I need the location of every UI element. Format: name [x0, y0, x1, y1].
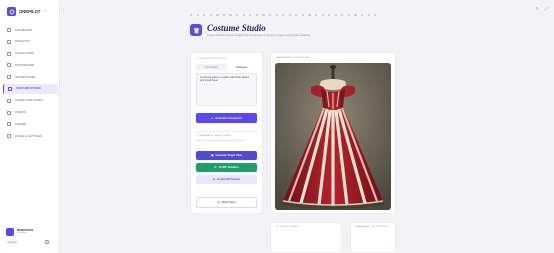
- shirt-icon: [8, 86, 12, 91]
- single-views-heading: 3D SINGLE VIEWS: [276, 226, 299, 228]
- grid-icon: [7, 63, 11, 68]
- face-icon: [7, 98, 11, 103]
- tab-reference[interactable]: Reference: [226, 64, 257, 70]
- generate-single-view-label: Generate Single View: [215, 154, 242, 157]
- sidebar-item-label: USAGE & SETTINGS: [15, 134, 42, 138]
- input-mode-tabs: Text Prompt Reference: [196, 64, 257, 70]
- collapse-sidebar-icon[interactable]: ‹‹: [44, 8, 47, 13]
- sidebar-item-characters[interactable]: CHARACTERS: [3, 49, 58, 59]
- generate-single-view-button[interactable]: ▣ Generate Single View: [196, 151, 257, 160]
- sidebar-item-label: STORYBOARD: [15, 63, 35, 67]
- sidebar-item-label: CHARACTERS: [15, 52, 34, 56]
- sidebar-item-costume-studio[interactable]: COSTUME STUDIO: [3, 83, 58, 94]
- new-project-button[interactable]: ⊕ New Project: [196, 197, 257, 208]
- menu-dot-icon[interactable]: •: [63, 7, 64, 12]
- sidebar-item-online-model[interactable]: ONLINE MODEL: [3, 72, 58, 82]
- new-project-label: New Project: [221, 201, 236, 204]
- costume-studio-icon: [190, 24, 202, 36]
- image-icon: [7, 110, 11, 115]
- rotate-icon: ⟳: [214, 166, 217, 169]
- account-name: WORKSPACE Free plan: [17, 229, 33, 235]
- sidebar-item-label: COSTUME STUDIO: [16, 87, 41, 91]
- generate-concept-art-label: Generate Concept Art: [215, 116, 242, 120]
- rotation-heading: GENERATED 360 ROTATION: [355, 226, 389, 228]
- plus-icon: ⊕: [217, 201, 220, 204]
- sidebar-nav: DASHBOARD PROJECTS CHARACTERS STORYBOARD…: [3, 25, 58, 143]
- sidebar-item-character-studio[interactable]: CHARACTER STUDIO: [3, 96, 58, 106]
- prompt-textarea[interactable]: A red long gown in a gown with white str…: [196, 73, 257, 106]
- sidebar-item-dashboard[interactable]: DASHBOARD: [3, 25, 58, 35]
- page-subtitle: Create character costume designs from te…: [207, 34, 311, 37]
- decorative-dots: [190, 14, 377, 17]
- divider: [196, 131, 257, 132]
- ai-360-rotation-label: AI 360° Rotation: [218, 166, 239, 169]
- top-right-controls: ↻ ⤢: [535, 6, 548, 11]
- generate-concept-art-button[interactable]: ✦ Generate Concept Art: [196, 113, 257, 123]
- cube-icon: ◈: [212, 178, 215, 181]
- account-plan: Free plan: [17, 232, 27, 234]
- image-icon: ▣: [211, 154, 214, 157]
- concept-art-heading: GENERATED CONCEPT ART: [276, 57, 310, 59]
- sidebar-item-label: PROJECTS: [15, 40, 30, 44]
- user-icon: [7, 51, 11, 56]
- ai-360-rotation-button[interactable]: ⟳ AI 360° Rotation: [196, 163, 257, 172]
- sparkle-icon: ✦: [211, 116, 214, 120]
- settings-gear-icon[interactable]: [45, 240, 49, 244]
- sidebar-item-projects[interactable]: PROJECTS: [3, 37, 58, 47]
- cube-icon: [7, 75, 11, 80]
- refresh-icon[interactable]: ↻: [535, 6, 538, 11]
- home-icon: [7, 28, 11, 32]
- expand-icon[interactable]: ⤢: [545, 6, 548, 11]
- sidebar-item-label: SHARED: [15, 122, 27, 126]
- folder-icon: [7, 39, 11, 44]
- generated-gown-image[interactable]: [275, 63, 391, 210]
- account-switcher[interactable]: WORKSPACE Free plan: [6, 227, 54, 237]
- sidebar-item-storyboard[interactable]: STORYBOARD: [3, 60, 58, 70]
- generate-views-hint: Select the output after generating the c…: [196, 140, 246, 142]
- page-header: Costume Studio Create character costume …: [190, 24, 357, 37]
- sidebar-item-shared[interactable]: SHARED: [3, 119, 58, 129]
- sidebar: ONEPILOT ‹‹ DASHBOARD PROJECTS CHARACTER…: [0, 0, 60, 253]
- close-icon[interactable]: ×: [387, 56, 389, 60]
- generate-views-heading: 2. GENERATE VIEWS OF ART: [196, 135, 232, 137]
- instant-3d-preview-label: Instant 3D Preview: [216, 178, 241, 181]
- tab-text-prompt[interactable]: Text Prompt: [196, 64, 227, 70]
- avatar: [6, 228, 14, 236]
- sidebar-item-assets[interactable]: ASSETS: [3, 108, 58, 118]
- sidebar-item-label: ONLINE MODEL: [15, 75, 36, 79]
- sidebar-item-label: ASSETS: [15, 111, 26, 115]
- sidebar-item-label: DASHBOARD: [15, 28, 33, 32]
- sidebar-item-usage-settings[interactable]: USAGE & SETTINGS: [3, 131, 58, 141]
- page-title: Costume Studio: [207, 23, 266, 33]
- app-logo[interactable]: ONEPILOT: [7, 7, 40, 16]
- design-description-heading: 1. DESIGN DESCRIPTION: [196, 58, 227, 60]
- gown-illustration: [275, 63, 391, 210]
- sidebar-item-label: CHARACTER STUDIO: [15, 99, 44, 103]
- logo-icon: [7, 7, 16, 16]
- logo-text: ONEPILOT: [19, 9, 41, 14]
- share-icon: [7, 122, 11, 127]
- instant-3d-preview-button[interactable]: ◈ Instant 3D Preview: [196, 175, 257, 184]
- gear-icon: [7, 134, 11, 139]
- upgrade-link[interactable]: • Upgrade: [6, 241, 17, 244]
